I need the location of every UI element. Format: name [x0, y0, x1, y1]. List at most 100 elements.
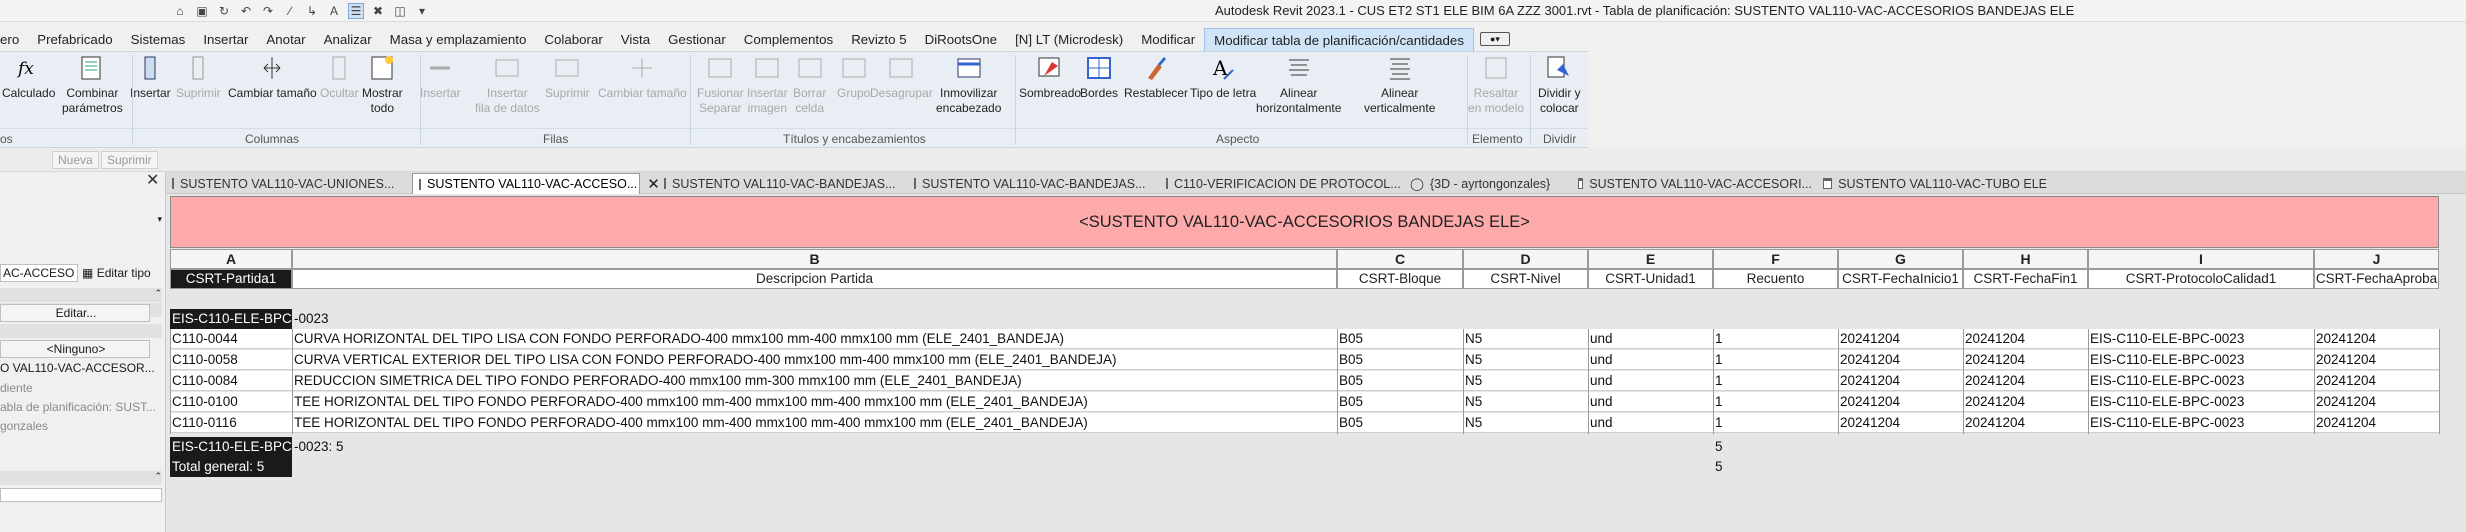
table-cell[interactable]: EIS-C110-ELE-BPC-0023	[2088, 413, 2314, 433]
table-cell[interactable]: 20241204	[1838, 392, 1963, 412]
tab-insertar[interactable]: Insertar	[194, 28, 257, 51]
table-cell[interactable]: 20241204	[1838, 350, 1963, 370]
insertar-col-button[interactable]: Insertar	[130, 53, 171, 101]
table-cell[interactable]: B05	[1337, 371, 1463, 391]
column-letter-i[interactable]: I	[2088, 249, 2314, 269]
table-cell[interactable]: 20241204	[2314, 371, 2439, 391]
table-cell[interactable]: CURVA HORIZONTAL DEL TIPO LISA CON FONDO…	[292, 329, 1337, 349]
doc-tab[interactable]: SUSTENTO VAL110-VAC-BANDEJAS...	[908, 173, 1145, 194]
table-cell[interactable]: 20241204	[1838, 371, 1963, 391]
table-cell[interactable]: 20241204	[1963, 413, 2088, 433]
tab-lt-microdesk[interactable]: [N] LT (Microdesk)	[1006, 28, 1132, 51]
table-cell[interactable]: C110-0044	[170, 329, 292, 349]
alinear-v-button[interactable]: Alinear verticalmente	[1364, 53, 1435, 116]
calculado-button[interactable]: fx Calculado	[2, 53, 55, 101]
table-cell[interactable]: N5	[1463, 413, 1588, 433]
table-cell[interactable]: 20241204	[1838, 329, 1963, 349]
section-collapse-icon[interactable]: ⌃	[0, 288, 162, 302]
table-cell[interactable]: B05	[1337, 329, 1463, 349]
borrar-celda-button[interactable]: Borrar celda	[793, 53, 826, 116]
column-letter-f[interactable]: F	[1713, 249, 1838, 269]
table-cell[interactable]: 1	[1713, 329, 1838, 349]
tab-gestionar[interactable]: Gestionar	[659, 28, 735, 51]
field-header[interactable]: CSRT-Partida1	[170, 269, 292, 289]
field-header[interactable]: Descripcion Partida	[292, 269, 1337, 289]
column-letter-j[interactable]: J	[2314, 249, 2439, 269]
table-cell[interactable]: N5	[1463, 392, 1588, 412]
dropdown-icon[interactable]: ▾	[414, 3, 430, 19]
column-letter-d[interactable]: D	[1463, 249, 1588, 269]
table-cell[interactable]: REDUCCION SIMETRICA DEL TIPO FONDO PERFO…	[292, 371, 1337, 391]
dividir-button[interactable]: Dividir y colocar	[1538, 53, 1581, 116]
dimension-icon[interactable]: ↳	[304, 3, 320, 19]
type-dropdown-arrow[interactable]: ▾	[0, 214, 162, 224]
tab-sistemas[interactable]: Sistemas	[122, 28, 195, 51]
redo-icon[interactable]: ↷	[260, 3, 276, 19]
table-cell[interactable]: EIS-C110-ELE-BPC-0023	[2088, 392, 2314, 412]
phase-filter-value[interactable]: <Ninguno>	[0, 340, 150, 358]
table-cell[interactable]: 20241204	[1963, 392, 2088, 412]
sync-icon[interactable]: ↻	[216, 3, 232, 19]
table-cell[interactable]: CURVA VERTICAL EXTERIOR DEL TIPO LISA CO…	[292, 350, 1337, 370]
table-cell[interactable]: und	[1588, 413, 1713, 433]
undo-icon[interactable]: ↶	[238, 3, 254, 19]
table-cell[interactable]: und	[1588, 329, 1713, 349]
tab-anotar[interactable]: Anotar	[257, 28, 314, 51]
field-header[interactable]: CSRT-Nivel	[1463, 269, 1588, 289]
tab-dirootsone[interactable]: DiRootsOne	[916, 28, 1006, 51]
alinear-h-button[interactable]: Alinear horizontalmente	[1256, 53, 1341, 116]
table-cell[interactable]: 20241204	[1963, 329, 2088, 349]
table-cell[interactable]: und	[1588, 392, 1713, 412]
table-cell[interactable]: 1	[1713, 371, 1838, 391]
table-cell[interactable]: 20241204	[2314, 350, 2439, 370]
group-footer-cell[interactable]: EIS-C110-ELE-BPC	[170, 437, 292, 457]
schedule-title[interactable]: <SUSTENTO VAL110-VAC-ACCESORIOS BANDEJAS…	[170, 196, 2439, 248]
switch-windows-icon[interactable]: ◫	[392, 3, 408, 19]
group-header-cell[interactable]: EIS-C110-ELE-BPC	[170, 309, 292, 329]
tab-analizar[interactable]: Analizar	[315, 28, 381, 51]
table-cell[interactable]: EIS-C110-ELE-BPC-0023	[2088, 350, 2314, 370]
combinar-button[interactable]: Combinar parámetros	[62, 53, 123, 116]
table-cell[interactable]: 20241204	[2314, 413, 2439, 433]
tab-complementos[interactable]: Complementos	[735, 28, 842, 51]
tab-revizto[interactable]: Revizto 5	[842, 28, 915, 51]
table-cell[interactable]: C110-0058	[170, 350, 292, 370]
tab-prefabricado[interactable]: Prefabricado	[28, 28, 121, 51]
tab-colaborar[interactable]: Colaborar	[535, 28, 611, 51]
tipo-letra-button[interactable]: A Tipo de letra	[1190, 53, 1256, 101]
table-cell[interactable]: B05	[1337, 350, 1463, 370]
edit-filter-button[interactable]: Editar...	[0, 304, 150, 322]
sombreado-button[interactable]: Sombreado	[1019, 53, 1081, 101]
doc-tab[interactable]: SUSTENTO VAL110-VAC-UNIONES...	[166, 173, 394, 194]
field-header[interactable]: CSRT-FechaAproba	[2314, 269, 2439, 289]
suprimir-col-button[interactable]: Suprimir	[176, 53, 221, 101]
suprimir-button[interactable]: Suprimir	[101, 151, 158, 169]
table-cell[interactable]: 1	[1713, 413, 1838, 433]
grupo-button[interactable]: Grupo	[837, 53, 870, 101]
field-header[interactable]: CSRT-ProtocoloCalidad1	[2088, 269, 2314, 289]
desagrupar-button[interactable]: Desagrupar	[870, 53, 933, 101]
fusionar-button[interactable]: Fusionar Separar	[697, 53, 744, 116]
table-cell[interactable]: TEE HORIZONTAL DEL TIPO FONDO PERFORADO-…	[292, 413, 1337, 433]
table-cell[interactable]: und	[1588, 371, 1713, 391]
column-letter-a[interactable]: A	[170, 249, 292, 269]
table-cell[interactable]: 1	[1713, 392, 1838, 412]
table-cell[interactable]: 20241204	[1963, 371, 2088, 391]
table-cell[interactable]: N5	[1463, 350, 1588, 370]
inmovilizar-button[interactable]: Inmovilizar encabezado	[936, 53, 1001, 116]
tab-ero[interactable]: ero	[0, 28, 28, 51]
ribbon-options-icon[interactable]: ●▾	[1479, 32, 1510, 46]
field-header[interactable]: Recuento	[1713, 269, 1838, 289]
doc-tab[interactable]: SUSTENTO VAL110-VAC-ACCESORI...	[1572, 173, 1812, 194]
bordes-button[interactable]: Bordes	[1080, 53, 1118, 101]
restablecer-button[interactable]: Restablecer	[1124, 53, 1188, 101]
grand-total-cell[interactable]: Total general: 5	[170, 457, 292, 477]
section-collapse-icon[interactable]: ⌃	[0, 471, 162, 485]
close-icon[interactable]: ✕	[146, 173, 160, 189]
resaltar-button[interactable]: Resaltar en modelo	[1468, 53, 1524, 116]
table-cell[interactable]: C110-0084	[170, 371, 292, 391]
column-letter-b[interactable]: B	[292, 249, 1337, 269]
text-icon[interactable]: A	[326, 3, 342, 19]
column-letter-c[interactable]: C	[1337, 249, 1463, 269]
table-cell[interactable]: 20241204	[1963, 350, 2088, 370]
